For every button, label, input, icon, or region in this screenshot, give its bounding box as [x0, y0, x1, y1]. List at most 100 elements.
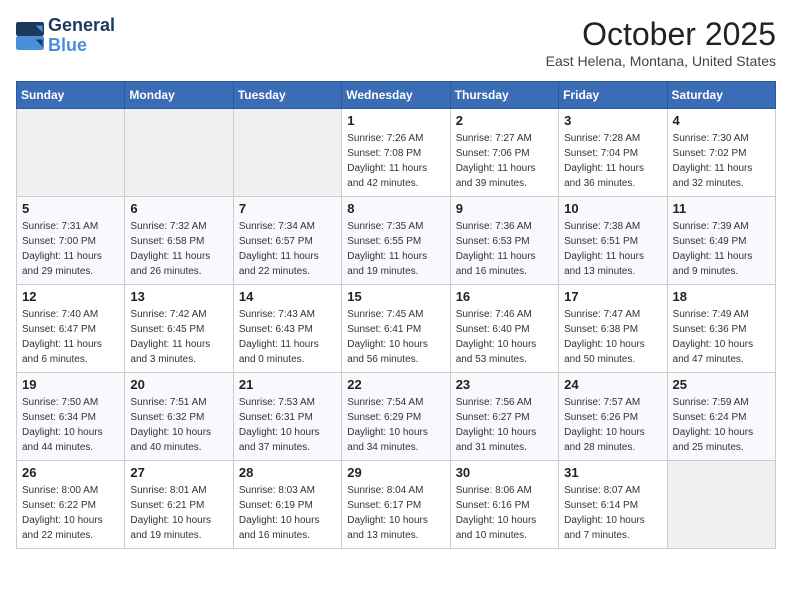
daylight-text-2: and 22 minutes. — [239, 264, 336, 279]
calendar-week-row: 26 Sunrise: 8:00 AMSunset: 6:22 PMDayligh… — [17, 461, 776, 549]
daylight-text-2: and 42 minutes. — [347, 176, 444, 191]
day-number: 12 — [22, 289, 119, 304]
sunset-text: Sunset: 6:49 PM — [673, 234, 770, 249]
day-info: Sunrise: 7:45 AMSunset: 6:41 PMDaylight:… — [347, 307, 444, 367]
sunrise-text: Sunrise: 7:32 AM — [130, 219, 227, 234]
day-info: Sunrise: 8:04 AMSunset: 6:17 PMDaylight:… — [347, 483, 444, 543]
sunrise-text: Sunrise: 7:49 AM — [673, 307, 770, 322]
sunrise-text: Sunrise: 7:53 AM — [239, 395, 336, 410]
table-row: 14Sunrise: 7:43 AMSunset: 6:43 PMDayligh… — [233, 285, 341, 373]
table-row: 21Sunrise: 7:53 AMSunset: 6:31 PMDayligh… — [233, 373, 341, 461]
day-info: Sunrise: 8:06 AMSunset: 6:16 PMDaylight:… — [456, 483, 553, 543]
day-info: Sunrise: 7:30 AMSunset: 7:02 PMDaylight:… — [673, 131, 770, 191]
daylight-text: Daylight: 11 hours — [564, 161, 661, 176]
col-monday: Monday — [125, 82, 233, 109]
daylight-text: Daylight: 11 hours — [130, 249, 227, 264]
daylight-text-2: and 13 minutes. — [347, 528, 444, 543]
sunset-text: Sunset: 6:55 PM — [347, 234, 444, 249]
table-row: 25 Sunrise: 7:59 AMSunset: 6:24 PMDayligh… — [667, 373, 775, 461]
day-info: Sunrise: 7:42 AMSunset: 6:45 PMDaylight:… — [130, 307, 227, 367]
table-row: 7 Sunrise: 7:34 AMSunset: 6:57 PMDaylight… — [233, 197, 341, 285]
daylight-text-2: and 40 minutes. — [130, 440, 227, 455]
sunrise-text: Sunrise: 7:54 AM — [347, 395, 444, 410]
sunrise-text: Sunrise: 8:03 AM — [239, 483, 336, 498]
daylight-text: Daylight: 10 hours — [130, 425, 227, 440]
calendar-week-row: 19Sunrise: 7:50 AMSunset: 6:34 PMDayligh… — [17, 373, 776, 461]
day-info: Sunrise: 7:34 AMSunset: 6:57 PMDaylight:… — [239, 219, 336, 279]
sunset-text: Sunset: 7:02 PM — [673, 146, 770, 161]
sunrise-text: Sunrise: 7:27 AM — [456, 131, 553, 146]
day-number: 28 — [239, 465, 336, 480]
daylight-text: Daylight: 11 hours — [564, 249, 661, 264]
day-info: Sunrise: 7:53 AMSunset: 6:31 PMDaylight:… — [239, 395, 336, 455]
calendar-header-row: Sunday Monday Tuesday Wednesday Thursday… — [17, 82, 776, 109]
sunset-text: Sunset: 6:40 PM — [456, 322, 553, 337]
sunset-text: Sunset: 6:26 PM — [564, 410, 661, 425]
day-number: 23 — [456, 377, 553, 392]
daylight-text-2: and 13 minutes. — [564, 264, 661, 279]
calendar: Sunday Monday Tuesday Wednesday Thursday… — [16, 81, 776, 549]
daylight-text-2: and 28 minutes. — [564, 440, 661, 455]
day-number: 10 — [564, 201, 661, 216]
day-number: 30 — [456, 465, 553, 480]
day-info: Sunrise: 8:00 AMSunset: 6:22 PMDaylight:… — [22, 483, 119, 543]
sunrise-text: Sunrise: 7:57 AM — [564, 395, 661, 410]
day-number: 26 — [22, 465, 119, 480]
logo-line1: General — [48, 16, 115, 36]
day-number: 22 — [347, 377, 444, 392]
sunset-text: Sunset: 6:22 PM — [22, 498, 119, 513]
day-number: 7 — [239, 201, 336, 216]
daylight-text-2: and 0 minutes. — [239, 352, 336, 367]
daylight-text: Daylight: 10 hours — [456, 513, 553, 528]
sunset-text: Sunset: 6:34 PM — [22, 410, 119, 425]
table-row: 17Sunrise: 7:47 AMSunset: 6:38 PMDayligh… — [559, 285, 667, 373]
daylight-text-2: and 7 minutes. — [564, 528, 661, 543]
sunrise-text: Sunrise: 7:59 AM — [673, 395, 770, 410]
daylight-text: Daylight: 10 hours — [673, 425, 770, 440]
day-info: Sunrise: 7:59 AMSunset: 6:24 PMDaylight:… — [673, 395, 770, 455]
day-info: Sunrise: 8:07 AMSunset: 6:14 PMDaylight:… — [564, 483, 661, 543]
sunrise-text: Sunrise: 8:04 AM — [347, 483, 444, 498]
day-info: Sunrise: 7:28 AMSunset: 7:04 PMDaylight:… — [564, 131, 661, 191]
table-row: 12 Sunrise: 7:40 AMSunset: 6:47 PMDayligh… — [17, 285, 125, 373]
table-row: 16Sunrise: 7:46 AMSunset: 6:40 PMDayligh… — [450, 285, 558, 373]
daylight-text-2: and 3 minutes. — [130, 352, 227, 367]
table-row — [667, 461, 775, 549]
daylight-text: Daylight: 11 hours — [239, 337, 336, 352]
daylight-text: Daylight: 10 hours — [564, 425, 661, 440]
sunset-text: Sunset: 6:31 PM — [239, 410, 336, 425]
daylight-text: Daylight: 11 hours — [673, 161, 770, 176]
col-thursday: Thursday — [450, 82, 558, 109]
sunrise-text: Sunrise: 7:38 AM — [564, 219, 661, 234]
table-row: 11Sunrise: 7:39 AMSunset: 6:49 PMDayligh… — [667, 197, 775, 285]
day-number: 11 — [673, 201, 770, 216]
sunrise-text: Sunrise: 7:40 AM — [22, 307, 119, 322]
day-info: Sunrise: 7:27 AMSunset: 7:06 PMDaylight:… — [456, 131, 553, 191]
sunrise-text: Sunrise: 7:26 AM — [347, 131, 444, 146]
day-number: 16 — [456, 289, 553, 304]
month-title: October 2025 — [546, 16, 776, 53]
table-row: 18Sunrise: 7:49 AMSunset: 6:36 PMDayligh… — [667, 285, 775, 373]
calendar-week-row: 5Sunrise: 7:31 AMSunset: 7:00 PMDaylight… — [17, 197, 776, 285]
daylight-text: Daylight: 11 hours — [22, 337, 119, 352]
sunset-text: Sunset: 6:41 PM — [347, 322, 444, 337]
table-row: 30 Sunrise: 8:06 AMSunset: 6:16 PMDayligh… — [450, 461, 558, 549]
col-saturday: Saturday — [667, 82, 775, 109]
day-number: 2 — [456, 113, 553, 128]
day-number: 25 — [673, 377, 770, 392]
sunset-text: Sunset: 6:47 PM — [22, 322, 119, 337]
day-number: 20 — [130, 377, 227, 392]
sunset-text: Sunset: 6:36 PM — [673, 322, 770, 337]
sunrise-text: Sunrise: 7:30 AM — [673, 131, 770, 146]
daylight-text-2: and 37 minutes. — [239, 440, 336, 455]
day-info: Sunrise: 7:57 AMSunset: 6:26 PMDaylight:… — [564, 395, 661, 455]
table-row: 13Sunrise: 7:42 AMSunset: 6:45 PMDayligh… — [125, 285, 233, 373]
sunset-text: Sunset: 7:00 PM — [22, 234, 119, 249]
daylight-text: Daylight: 10 hours — [347, 337, 444, 352]
daylight-text: Daylight: 11 hours — [347, 161, 444, 176]
daylight-text-2: and 26 minutes. — [130, 264, 227, 279]
day-number: 27 — [130, 465, 227, 480]
logo: General Blue — [16, 16, 115, 56]
table-row: 5Sunrise: 7:31 AMSunset: 7:00 PMDaylight… — [17, 197, 125, 285]
table-row: 4Sunrise: 7:30 AMSunset: 7:02 PMDaylight… — [667, 109, 775, 197]
